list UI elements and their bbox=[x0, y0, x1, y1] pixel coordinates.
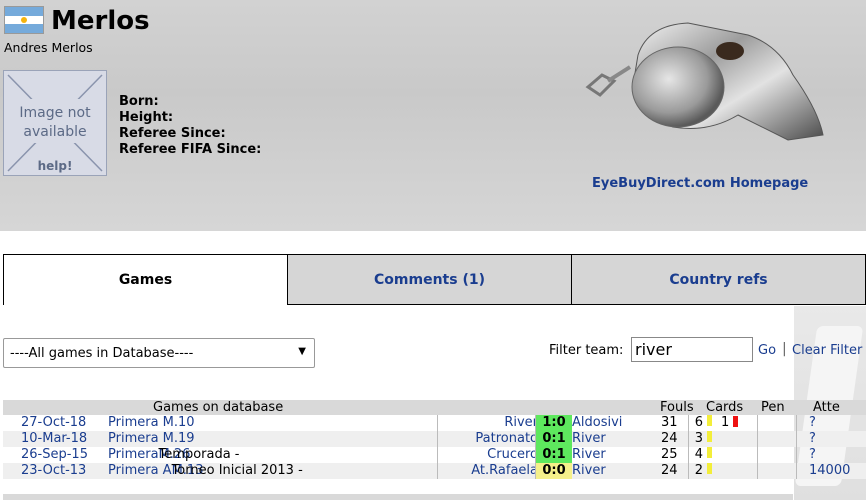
clear-filter-link[interactable]: Clear Filter bbox=[792, 343, 862, 358]
match-score[interactable]: 0:1 bbox=[536, 431, 572, 447]
tab-games[interactable]: Games bbox=[3, 254, 288, 305]
fouls-home: 25 bbox=[661, 447, 678, 462]
referee-info-list: Born: Height: Referee Since: Referee FIF… bbox=[119, 94, 261, 158]
match-score[interactable]: 1:0 bbox=[536, 415, 572, 431]
table-footer-bar bbox=[3, 494, 793, 500]
attendance-link[interactable]: ? bbox=[809, 415, 816, 431]
referee-since-label: Referee Since: bbox=[119, 126, 226, 141]
yellow-card-icon bbox=[707, 447, 712, 458]
tab-comments[interactable]: Comments (1) bbox=[287, 254, 572, 305]
column-divider bbox=[796, 415, 797, 479]
competition-link[interactable]: Primera bbox=[108, 447, 159, 462]
table-row: 26-Sep-15 Primera Temporada - M.26 Crucero… bbox=[3, 447, 866, 463]
competition-link[interactable]: Primera M.10 bbox=[108, 415, 195, 430]
fouls-away: 3 bbox=[694, 431, 703, 446]
fouls-away: 6 bbox=[694, 415, 703, 430]
away-team-link[interactable]: River bbox=[572, 447, 606, 463]
table-row: 23-Oct-13 Primera A Torneo Inicial 2013 -… bbox=[3, 463, 866, 479]
home-team-link[interactable]: Crucero bbox=[487, 447, 538, 463]
attendance-link[interactable]: 14000 bbox=[809, 463, 850, 479]
column-divider bbox=[437, 415, 438, 479]
red-card-icon bbox=[733, 416, 739, 427]
yellow-card-icon bbox=[707, 463, 712, 474]
attendance-link[interactable]: ? bbox=[809, 447, 816, 463]
table-row: 27-Oct-18 Primera M.10 River 1:0 Aldosivi 31 6… bbox=[3, 415, 866, 431]
filter-team-input[interactable] bbox=[631, 337, 753, 362]
sponsor-homepage-link[interactable]: EyeBuyDirect.com Homepage bbox=[592, 176, 808, 191]
season-text: Torneo Inicial 2013 - bbox=[171, 463, 303, 478]
fouls-home: 24 bbox=[661, 431, 678, 446]
match-date-link[interactable]: 23-Oct-13 bbox=[21, 463, 86, 479]
dropdown-arrow-icon: ▼ bbox=[298, 346, 306, 357]
match-date-link[interactable]: 10-Mar-18 bbox=[21, 431, 87, 447]
column-header-cards: Cards bbox=[706, 400, 744, 415]
home-team-link[interactable]: River bbox=[504, 415, 538, 431]
games-table-header: Games on database Fouls Cards Pen Atte bbox=[3, 400, 866, 415]
born-label: Born: bbox=[119, 94, 159, 109]
away-team-link[interactable]: River bbox=[572, 463, 606, 479]
yellow-card-icon bbox=[707, 431, 712, 442]
fouls-away: 4 bbox=[694, 447, 703, 462]
match-date-link[interactable]: 27-Oct-18 bbox=[21, 415, 86, 431]
competition-link[interactable]: Primera M.19 bbox=[108, 431, 195, 446]
height-label: Height: bbox=[119, 110, 174, 125]
photo-help-link[interactable]: help! bbox=[4, 159, 106, 173]
go-link[interactable]: Go bbox=[758, 343, 776, 358]
referee-name: Merlos bbox=[51, 6, 150, 36]
yellow-card-icon bbox=[707, 415, 712, 426]
column-divider bbox=[757, 415, 758, 479]
referee-fifa-since-label: Referee FIFA Since: bbox=[119, 142, 262, 157]
column-divider bbox=[688, 415, 689, 479]
match-date-link[interactable]: 26-Sep-15 bbox=[21, 447, 88, 463]
column-divider bbox=[535, 415, 536, 479]
home-team-link[interactable]: At.Rafaela bbox=[471, 463, 538, 479]
games-table-title: Games on database bbox=[153, 400, 284, 415]
column-header-pen: Pen bbox=[761, 400, 785, 415]
competition-link[interactable]: Primera A bbox=[108, 463, 172, 478]
away-team-link[interactable]: River bbox=[572, 431, 606, 447]
season-text: Temporada - bbox=[158, 447, 240, 462]
fouls-home: 31 bbox=[661, 415, 678, 430]
referee-photo-placeholder[interactable]: Image not available help! bbox=[3, 70, 107, 176]
competition-cell: Primera Temporada - M.26 bbox=[108, 447, 240, 463]
red-card-count: 1 bbox=[721, 415, 730, 430]
home-team-link[interactable]: Patronato bbox=[475, 431, 538, 447]
match-score[interactable]: 0:1 bbox=[536, 447, 572, 463]
tab-country-refs[interactable]: Country refs bbox=[571, 254, 866, 305]
column-header-atte: Atte bbox=[813, 400, 840, 415]
competition-cell: Primera M.10 bbox=[108, 415, 195, 431]
attendance-link[interactable]: ? bbox=[809, 431, 816, 447]
competition-cell: Primera M.19 bbox=[108, 431, 195, 447]
fouls-away: 2 bbox=[694, 463, 703, 478]
fouls-home: 24 bbox=[661, 463, 678, 478]
column-header-fouls: Fouls bbox=[660, 400, 694, 415]
table-row: 10-Mar-18 Primera M.19 Patronato 0:1 River 24… bbox=[3, 431, 866, 447]
match-score[interactable]: 0:0 bbox=[536, 463, 572, 479]
filter-team-label: Filter team: bbox=[549, 343, 624, 358]
argentina-flag-icon bbox=[4, 6, 44, 34]
away-team-link[interactable]: Aldosivi bbox=[572, 415, 622, 431]
competition-cell: Primera A Torneo Inicial 2013 - M.13 bbox=[108, 463, 303, 479]
tab-divider bbox=[287, 304, 866, 305]
cards-cell: 1 bbox=[707, 415, 739, 431]
games-filter-select[interactable]: ----All games in Database---- ▼ bbox=[3, 338, 315, 368]
photo-placeholder-text: Image not available bbox=[19, 105, 91, 140]
referee-header: Merlos Andres Merlos Image not available… bbox=[0, 0, 866, 231]
whistle-icon[interactable] bbox=[578, 15, 828, 150]
link-separator: | bbox=[782, 341, 787, 357]
referee-full-name: Andres Merlos bbox=[4, 40, 93, 55]
games-filter-select-value: ----All games in Database---- bbox=[10, 345, 194, 361]
